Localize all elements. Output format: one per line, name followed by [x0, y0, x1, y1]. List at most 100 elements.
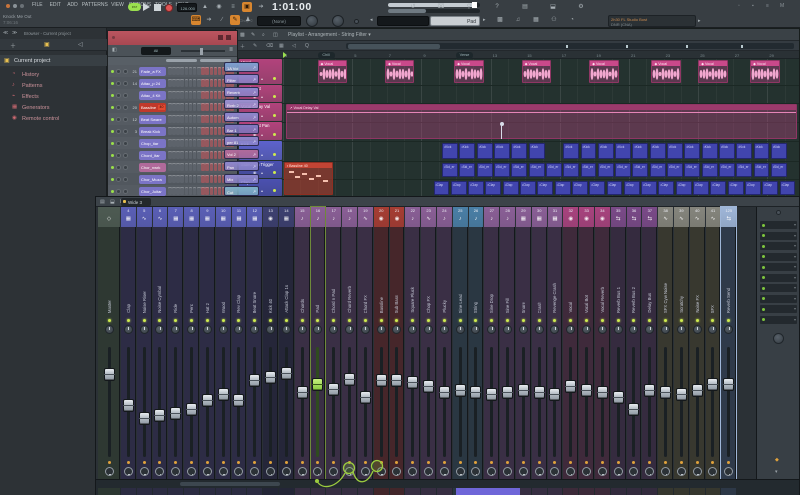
mixer-strip-sub-bass[interactable]: 21 ◉ Sub Bass: [389, 207, 405, 483]
step-cell[interactable]: [172, 115, 176, 123]
monitor-icon[interactable]: ⬓: [548, 2, 558, 12]
mic-icon[interactable]: ⚲: [464, 2, 474, 12]
channel-button-attac-p-24[interactable]: Attac_p 24: [139, 78, 166, 88]
fx-slot-led[interactable]: [761, 297, 765, 300]
channel-button-chop-itar[interactable]: Chop_itar: [139, 138, 166, 148]
pattern-clip-clap[interactable]: ▪Clap: [693, 180, 709, 195]
strip-pan-knob[interactable]: [566, 325, 576, 334]
fx-slot-8[interactable]: ▾: [760, 294, 797, 303]
track-arrow-icon[interactable]: ▴: [261, 170, 263, 175]
strip-enable-led[interactable]: [427, 319, 431, 322]
step-cell[interactable]: [188, 91, 193, 99]
fx-slot-led[interactable]: [761, 286, 765, 290]
mixer-strip-chop-fx[interactable]: 23 ∿ Chop FX: [421, 207, 436, 483]
step-cell[interactable]: [168, 67, 172, 75]
strip-header[interactable]: 23 ∿: [421, 207, 436, 227]
step-cell[interactable]: [217, 91, 222, 99]
step-cell[interactable]: [217, 67, 222, 75]
channel-vol-knob[interactable]: [123, 92, 128, 98]
channel-enable-led[interactable]: [111, 69, 114, 73]
mixer-titlebar[interactable]: [96, 197, 799, 207]
strip-header[interactable]: 27 ♪: [484, 207, 500, 227]
strip-header[interactable]: 28 ♪: [500, 207, 515, 227]
step-cell[interactable]: [184, 79, 189, 87]
window-dot-1[interactable]: [6, 4, 10, 8]
strip-header[interactable]: 16 ♪: [310, 207, 326, 227]
automation-button-4[interactable]: Rvrb 2 ↗: [224, 99, 259, 110]
pattern-clip-clap[interactable]: ▪Clap: [641, 180, 657, 195]
mixer-window-icon[interactable]: ⚇: [549, 15, 559, 25]
rack-menu-icon[interactable]: ◧: [112, 47, 117, 53]
follow-playback-icon[interactable]: ➔: [204, 15, 214, 25]
mini-knob[interactable]: [354, 19, 359, 24]
pattern-clip-clap[interactable]: ▪Clap: [537, 180, 554, 195]
step-cell[interactable]: [180, 175, 184, 183]
strip-stereo-knob[interactable]: [518, 467, 528, 476]
strip-header[interactable]: 39 ∿: [674, 207, 689, 227]
step-cell[interactable]: [176, 91, 180, 99]
automation-button-3[interactable]: Reverb ↗: [224, 86, 259, 97]
master-volume-knob[interactable]: [306, 15, 318, 27]
channel-vol-knob[interactable]: [123, 128, 128, 134]
playlist-title[interactable]: Playlist - Arrangement - String Filter ▾: [288, 32, 371, 38]
pattern-clip-sid_er[interactable]: ▪Sid_er: [649, 162, 666, 177]
mixer-strip-rev-clap[interactable]: 11 ▦ Rev Clap: [231, 207, 247, 483]
strip-route-led[interactable]: [711, 461, 715, 464]
pattern-clip-clap[interactable]: ▪Clap: [623, 180, 640, 195]
fx-slot-led[interactable]: [761, 265, 765, 269]
strip-header[interactable]: 40 ∿: [689, 207, 705, 227]
strip-route-led[interactable]: [253, 461, 257, 464]
playlist-window-icon[interactable]: ▩: [495, 15, 505, 25]
step-cell[interactable]: [176, 127, 180, 135]
strip-stereo-knob[interactable]: [582, 467, 592, 476]
channel-pan-knob[interactable]: [116, 128, 121, 134]
strip-pan-knob[interactable]: [582, 325, 592, 334]
strip-pan-knob[interactable]: [104, 325, 114, 334]
typing-keyboard-icon[interactable]: ⌨: [191, 15, 201, 25]
automation-button-7[interactable]: per 81 ↗: [224, 136, 259, 147]
strip-pan-knob[interactable]: [281, 325, 291, 334]
strip-pan-knob[interactable]: [455, 325, 465, 334]
strip-enable-led[interactable]: [316, 319, 320, 322]
strip-pan-knob[interactable]: [503, 325, 513, 334]
step-cell[interactable]: [192, 151, 197, 159]
fx-slot-arrow-icon[interactable]: ▾: [794, 264, 796, 269]
strip-stereo-knob[interactable]: [692, 467, 702, 476]
rack-swing-slider[interactable]: [181, 50, 225, 52]
strip-stereo-knob[interactable]: [155, 467, 165, 476]
channel-vol-knob[interactable]: [123, 116, 128, 122]
step-cell[interactable]: [197, 187, 201, 195]
step-cell[interactable]: [209, 67, 213, 75]
strip-fader-track[interactable]: [395, 347, 399, 457]
pattern-clip-kick[interactable]: ▪Kick: [615, 142, 632, 159]
step-cell[interactable]: [213, 79, 218, 87]
step-cell[interactable]: [201, 91, 205, 99]
mixer-strip-reverb-bus-1[interactable]: 35 ⇆ Reverb Bus 1: [610, 207, 626, 483]
step-cell[interactable]: [168, 103, 172, 111]
fx-slot-10[interactable]: ▾: [760, 315, 797, 324]
pattern-clip-sid_er[interactable]: ▪Sid_er: [770, 162, 787, 177]
channel-enable-led[interactable]: [111, 165, 114, 169]
strip-stereo-knob[interactable]: [503, 467, 513, 476]
strip-stereo-knob[interactable]: [392, 467, 402, 476]
step-cell[interactable]: [192, 91, 197, 99]
fx-slot-arrow-icon[interactable]: ▾: [794, 306, 796, 311]
strip-header[interactable]: 9 ▦: [200, 207, 215, 227]
abort-icon[interactable]: ⌧: [436, 2, 446, 12]
strip-fader-track[interactable]: [585, 347, 589, 457]
strip-enable-led[interactable]: [727, 319, 731, 322]
metronome-icon[interactable]: ▲: [200, 2, 210, 12]
step-cell[interactable]: [197, 127, 201, 135]
strip-pan-knob[interactable]: [360, 325, 370, 334]
fx-slot-arrow-icon[interactable]: ▾: [794, 275, 796, 280]
step-cell[interactable]: [209, 115, 213, 123]
fx-slot-4[interactable]: ▾: [760, 252, 797, 261]
strip-route-led[interactable]: [190, 461, 194, 464]
strip-route-led[interactable]: [600, 461, 604, 464]
step-cell[interactable]: [197, 91, 201, 99]
channel-button-beat-sware[interactable]: Beat Sware: [139, 114, 166, 124]
step-cell[interactable]: [188, 187, 193, 195]
pattern-clip-kick[interactable]: ▪Kick: [580, 142, 597, 159]
strip-enable-led[interactable]: [379, 319, 383, 322]
audio-clip-vocal[interactable]: ◆ Vocal: [651, 60, 681, 83]
